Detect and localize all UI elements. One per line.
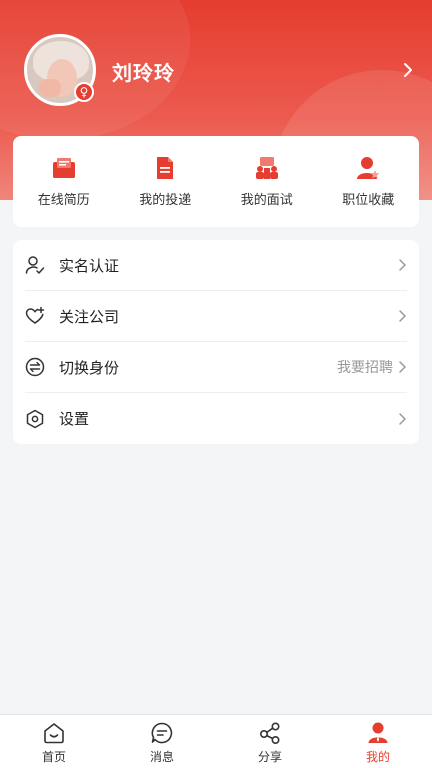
quick-action-label: 我的投递 <box>139 193 192 208</box>
quick-action-label: 在线简历 <box>37 193 90 208</box>
menu-item-settings[interactable]: 设置 <box>25 393 407 444</box>
menu-item-label: 关注公司 <box>59 307 120 326</box>
menu-item-label: 实名认证 <box>59 256 120 275</box>
menu-item-real-name-verify[interactable]: 实名认证 <box>25 240 407 291</box>
profile-icon <box>368 722 388 743</box>
tab-messages[interactable]: 消息 <box>108 715 216 768</box>
share-icon <box>259 722 280 745</box>
username[interactable]: 刘玲玲 <box>112 57 175 86</box>
home-icon <box>44 723 64 744</box>
quick-action-label: 我的面试 <box>240 193 293 208</box>
quick-action-deliveries[interactable]: 我的投递 <box>117 155 213 208</box>
quick-actions-card: 在线简历 我的投递 我的面试 职位收藏 <box>13 136 419 227</box>
tab-home[interactable]: 首页 <box>0 715 108 768</box>
tab-label: 首页 <box>41 750 66 764</box>
user-verify-icon <box>25 256 45 274</box>
settings-menu: 实名认证 关注公司 切换身份 我要招聘 设置 <box>13 240 419 444</box>
quick-action-resume[interactable]: 在线简历 <box>16 155 112 208</box>
tab-share[interactable]: 分享 <box>216 715 324 768</box>
gender-female-icon: ♀ <box>74 82 94 102</box>
quick-action-interviews[interactable]: 我的面试 <box>219 155 315 208</box>
favorite-user-icon <box>357 157 380 179</box>
menu-item-label: 设置 <box>59 410 90 428</box>
chevron-right-icon <box>399 310 406 322</box>
menu-item-switch-identity[interactable]: 切换身份 我要招聘 <box>25 342 407 393</box>
message-icon <box>151 722 173 744</box>
chevron-right-icon <box>399 259 406 271</box>
chevron-right-icon <box>399 361 406 373</box>
heart-plus-icon <box>25 306 45 324</box>
tab-label: 我的 <box>365 750 390 764</box>
chevron-right-icon <box>399 412 406 425</box>
tab-profile[interactable]: 我的 <box>324 715 432 768</box>
tab-label: 分享 <box>257 750 282 764</box>
chevron-right-icon[interactable] <box>400 60 416 80</box>
resume-icon <box>52 158 75 178</box>
avatar-hand <box>39 79 61 97</box>
tab-label: 消息 <box>149 750 174 764</box>
switch-identity-hint: 我要招聘 <box>337 360 393 376</box>
interview-icon <box>255 157 278 179</box>
document-icon <box>157 157 174 179</box>
menu-item-followed-companies[interactable]: 关注公司 <box>25 291 407 342</box>
quick-action-label: 职位收藏 <box>342 193 395 208</box>
hexagon-settings-icon <box>26 409 44 428</box>
quick-action-favorites[interactable]: 职位收藏 <box>320 155 416 208</box>
switch-icon <box>25 357 45 377</box>
menu-item-label: 切换身份 <box>59 358 120 377</box>
bottom-tab-bar: 首页 消息 分享 我的 <box>0 714 432 768</box>
